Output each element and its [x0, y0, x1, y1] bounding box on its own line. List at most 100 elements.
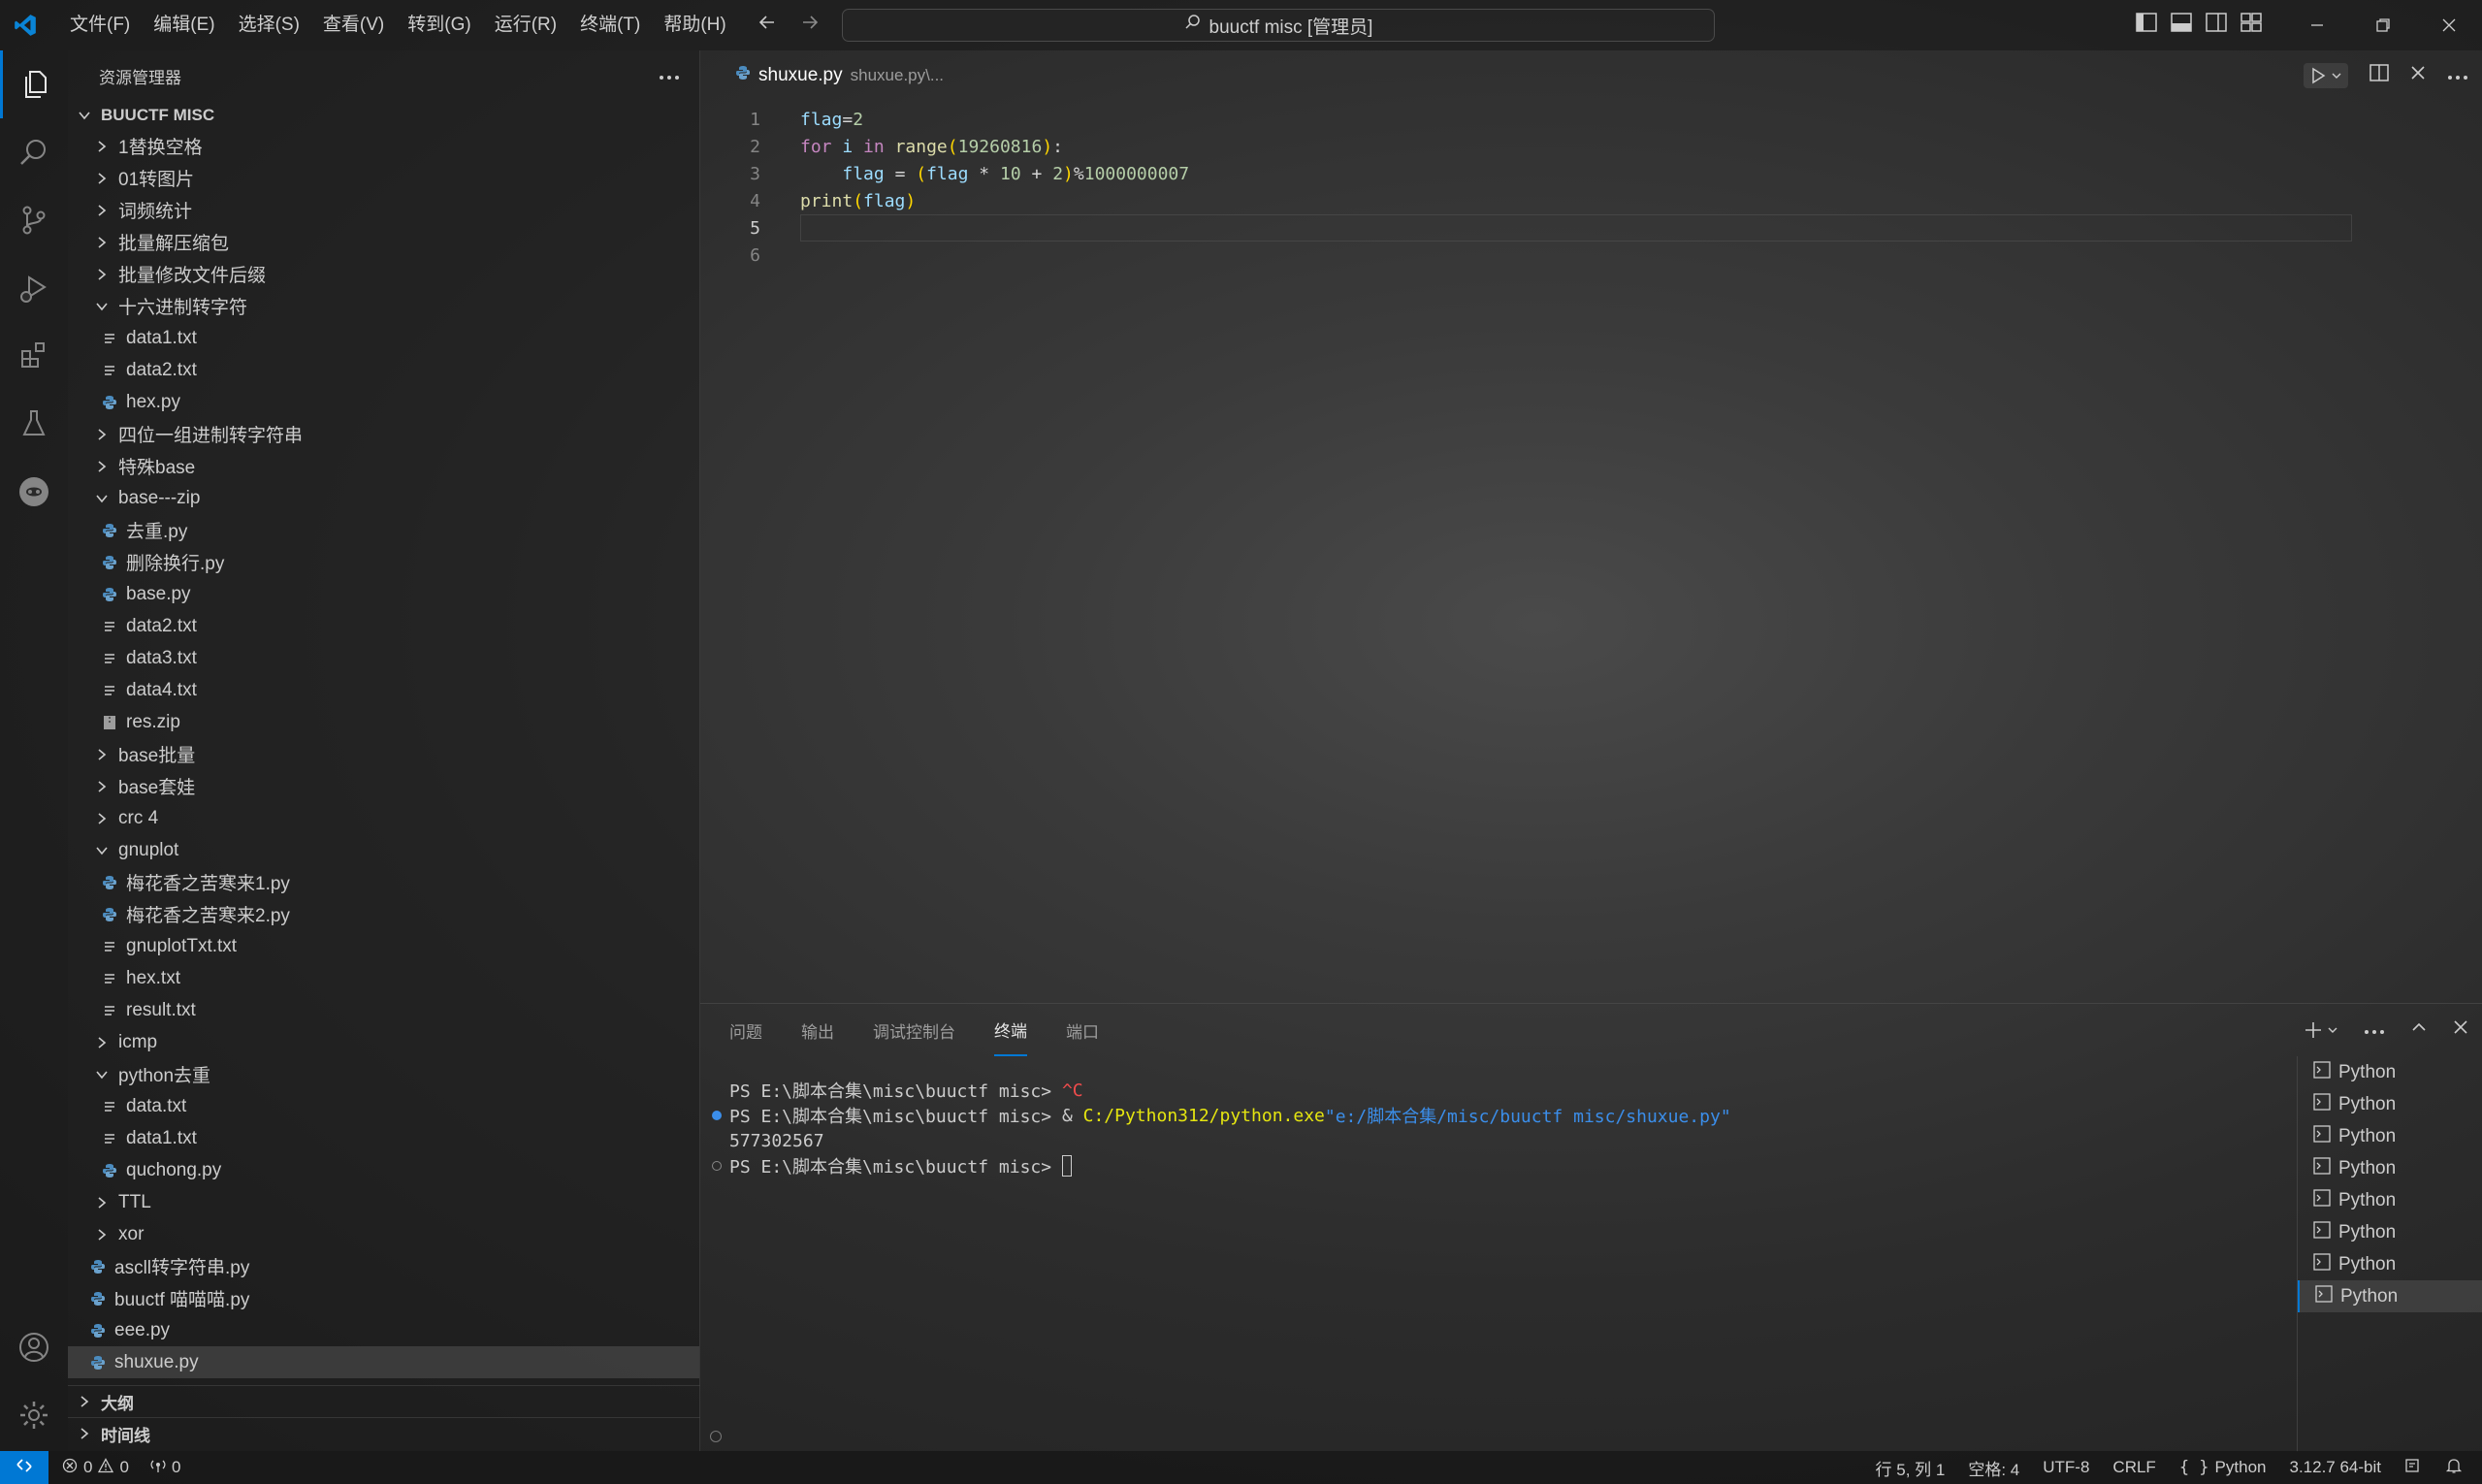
split-editor-icon[interactable] — [2369, 63, 2389, 88]
outline-section[interactable]: 大纲 — [68, 1385, 700, 1417]
close-window-icon[interactable] — [2416, 0, 2482, 50]
testing-flask-icon[interactable] — [0, 390, 68, 458]
extensions-icon[interactable] — [0, 322, 68, 390]
explorer-icon[interactable] — [0, 50, 68, 118]
encoding[interactable]: UTF-8 — [2043, 1458, 2089, 1477]
toggle-panel-icon[interactable] — [2171, 13, 2192, 38]
folder-item[interactable]: gnuplot — [68, 834, 699, 866]
menu-view[interactable]: 查看(V) — [311, 0, 396, 50]
file-item[interactable]: hex.txt — [68, 962, 699, 994]
menu-go[interactable]: 转到(G) — [396, 0, 482, 50]
new-terminal-icon[interactable] — [2304, 1020, 2338, 1040]
file-item[interactable]: buuctf 喵喵喵.py — [68, 1282, 699, 1314]
terminal-instance[interactable]: Python — [2298, 1248, 2482, 1280]
close-panel-icon[interactable] — [2453, 1019, 2468, 1041]
file-item[interactable]: data2.txt — [68, 354, 699, 386]
folder-item[interactable]: base---zip — [68, 482, 699, 514]
file-item[interactable]: 删除换行.py — [68, 546, 699, 578]
file-item[interactable]: 梅花香之苦寒来1.py — [68, 866, 699, 898]
tab-terminal[interactable]: 终端 — [994, 1004, 1027, 1056]
timeline-section[interactable]: 时间线 — [68, 1417, 700, 1449]
customize-layout-icon[interactable] — [2240, 13, 2262, 38]
file-item[interactable]: shuxue.py — [68, 1346, 699, 1378]
folder-item[interactable]: python去重 — [68, 1058, 699, 1090]
forward-arrow-icon[interactable] — [799, 12, 821, 39]
back-arrow-icon[interactable] — [757, 12, 778, 39]
toggle-primary-sidebar-icon[interactable] — [2136, 13, 2157, 38]
file-item[interactable]: ascll转字符串.py — [68, 1250, 699, 1282]
menu-help[interactable]: 帮助(H) — [652, 0, 737, 50]
menu-file[interactable]: 文件(F) — [58, 0, 142, 50]
menu-terminal[interactable]: 终端(T) — [568, 0, 652, 50]
terminal-instance[interactable]: Python — [2298, 1216, 2482, 1248]
command-success-dot-icon[interactable] — [712, 1111, 722, 1120]
terminal-instance[interactable]: Python — [2298, 1120, 2482, 1152]
file-item[interactable]: data.txt — [68, 1090, 699, 1122]
menu-run[interactable]: 运行(R) — [483, 0, 568, 50]
run-debug-icon[interactable] — [0, 254, 68, 322]
file-item[interactable]: 梅花香之苦寒来2.py — [68, 898, 699, 930]
problems-indicator[interactable]: 0 0 — [62, 1457, 129, 1478]
folder-item[interactable]: 四位一组进制转字符串 — [68, 418, 699, 450]
folder-item[interactable]: TTL — [68, 1186, 699, 1218]
folder-item[interactable]: xor — [68, 1218, 699, 1250]
folder-item[interactable]: 01转图片 — [68, 162, 699, 194]
run-python-file-icon[interactable] — [2304, 63, 2348, 88]
file-item[interactable]: gnuplotTxt.txt — [68, 930, 699, 962]
terminal-instance[interactable]: Python — [2298, 1088, 2482, 1120]
menu-selection[interactable]: 选择(S) — [227, 0, 311, 50]
file-item[interactable]: data2.txt — [68, 610, 699, 642]
more-actions-icon[interactable] — [659, 65, 680, 86]
accounts-icon[interactable] — [0, 1313, 68, 1381]
search-view-icon[interactable] — [0, 118, 68, 186]
folder-item[interactable]: 批量解压缩包 — [68, 226, 699, 258]
file-item[interactable]: eee.py — [68, 1314, 699, 1346]
terminal-instance[interactable]: Python — [2298, 1152, 2482, 1184]
folder-item[interactable]: crc 4 — [68, 802, 699, 834]
tab-output[interactable]: 输出 — [801, 1004, 834, 1056]
folder-item[interactable]: 十六进制转字符 — [68, 290, 699, 322]
folder-item[interactable]: icmp — [68, 1026, 699, 1058]
source-control-icon[interactable] — [0, 186, 68, 254]
file-item[interactable]: res.zip — [68, 706, 699, 738]
tab-debug-console[interactable]: 调试控制台 — [873, 1004, 955, 1056]
file-item[interactable]: data1.txt — [68, 322, 699, 354]
menu-edit[interactable]: 编辑(E) — [142, 0, 226, 50]
code-editor[interactable]: 1 flag=2 2 for i in range(19260816): 3 f… — [700, 101, 2482, 1003]
tab-ports[interactable]: 端口 — [1066, 1004, 1099, 1056]
toggle-secondary-sidebar-icon[interactable] — [2206, 13, 2227, 38]
command-center-search[interactable]: buuctf misc [管理员] — [842, 9, 1715, 42]
folder-item[interactable]: base批量 — [68, 738, 699, 770]
copilot-status-icon[interactable] — [2404, 1457, 2422, 1479]
file-item[interactable]: 去重.py — [68, 514, 699, 546]
notifications-bell-icon[interactable] — [2445, 1457, 2463, 1479]
file-item[interactable]: hex.py — [68, 386, 699, 418]
terminal-instance[interactable]: Python — [2298, 1184, 2482, 1216]
workspace-root[interactable]: BUUCTF MISC — [68, 101, 699, 130]
restore-icon[interactable] — [2350, 0, 2416, 50]
end-of-line[interactable]: CRLF — [2112, 1458, 2155, 1477]
folder-item[interactable]: 特殊base — [68, 450, 699, 482]
folder-item[interactable]: 词频统计 — [68, 194, 699, 226]
settings-gear-icon[interactable] — [0, 1381, 68, 1449]
panel-more-icon[interactable] — [2364, 1019, 2385, 1041]
command-pending-dot-icon[interactable] — [712, 1161, 722, 1171]
terminal-output[interactable]: PS E:\脚本合集\misc\buuctf misc> ^C PS E:\脚本… — [700, 1078, 2272, 1178]
close-editor-icon[interactable] — [2410, 65, 2426, 86]
ports-indicator[interactable]: 0 — [150, 1458, 180, 1478]
cursor-position[interactable]: 行 5, 列 1 — [1876, 1456, 1946, 1480]
tab-problems[interactable]: 问题 — [729, 1004, 762, 1056]
remote-window-button[interactable] — [0, 1451, 48, 1484]
github-copilot-icon[interactable] — [0, 458, 68, 526]
folder-item[interactable]: 批量修改文件后缀 — [68, 258, 699, 290]
indentation[interactable]: 空格: 4 — [1968, 1456, 2019, 1480]
file-item[interactable]: data3.txt — [68, 642, 699, 674]
folder-item[interactable]: base套娃 — [68, 770, 699, 802]
language-mode[interactable]: { } Python — [2179, 1458, 2267, 1477]
terminal-instance[interactable]: Python — [2298, 1056, 2482, 1088]
maximize-panel-icon[interactable] — [2410, 1018, 2428, 1042]
file-item[interactable]: base.py — [68, 578, 699, 610]
python-interpreter[interactable]: 3.12.7 64-bit — [2289, 1458, 2381, 1477]
editor-more-icon[interactable] — [2447, 65, 2468, 86]
tab-shuxue[interactable]: shuxue.py shuxue.py\... — [700, 50, 944, 101]
